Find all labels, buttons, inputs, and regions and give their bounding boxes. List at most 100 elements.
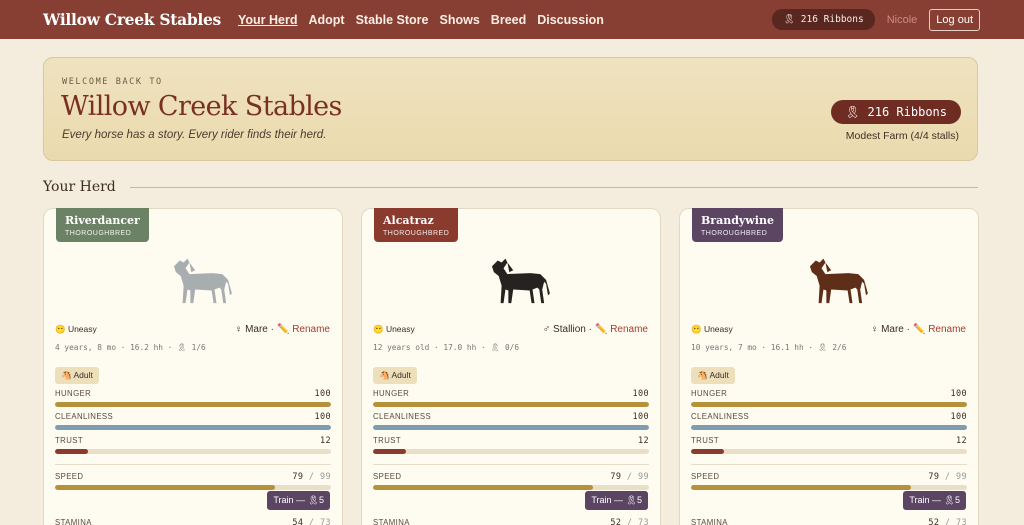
stat-divider [55,464,331,465]
hero-ribbons-badge: 🎗 216 Ribbons [831,100,961,124]
rename-link[interactable]: ✏️ Rename [595,324,648,335]
nav-shows[interactable]: Shows [440,13,480,27]
hunger-bar [691,402,967,407]
nav-discussion[interactable]: Discussion [537,13,604,27]
horse-name[interactable]: Brandywine [701,214,774,227]
speed-fill [691,485,912,490]
cleanliness-stat: CLEANLINESS 100 [55,412,331,430]
horse-meta: 12 years old · 17.0 hh · 🎗 0/6 [373,343,520,352]
speed-stat: SPEED 79 / 99 [373,472,649,490]
username[interactable]: Nicole [887,14,918,26]
farm-capacity: Modest Farm (4/4 stalls) [845,130,959,142]
horse-card: Riverdancer THOROUGHBRED 😶 Uneasy ♀ Mare… [43,208,343,525]
horse-card: Alcatraz THOROUGHBRED 😶 Uneasy ♂ Stallio… [361,208,661,525]
rename-link[interactable]: ✏️ Rename [277,324,330,335]
cleanliness-stat: CLEANLINESS 100 [691,412,967,430]
life-stage-badge: 🐴 Adult [373,367,417,384]
life-stage-badge: 🐴 Adult [691,367,735,384]
trust-fill [373,449,407,454]
stamina-stat: STAMINA 54 / 73 [55,518,331,525]
cleanliness-value: 100 [314,412,331,422]
horse-breed: THOROUGHBRED [383,230,450,237]
speed-fill [55,485,276,490]
hunger-fill [55,402,331,407]
horse-image[interactable] [483,247,555,305]
cleanliness-stat: CLEANLINESS 100 [373,412,649,430]
horse-meta: 10 years, 7 mo · 16.1 hh · 🎗 2/6 [691,343,847,352]
cleanliness-label: CLEANLINESS [691,412,750,421]
hunger-fill [691,402,967,407]
horse-name-tag[interactable]: Alcatraz THOROUGHBRED [374,208,459,242]
logout-button[interactable]: Log out [929,8,980,31]
gender-rename-row: ♂ Stallion · ✏️ Rename [543,324,648,335]
stamina-label: STAMINA [691,518,728,525]
hunger-value: 100 [632,389,649,399]
welcome-banner: WELCOME BACK TO Willow Creek Stables Eve… [43,57,978,161]
hunger-stat: HUNGER 100 [373,389,649,407]
speed-bar [55,485,331,490]
section-title: Your Herd [43,179,116,195]
horse-name-tag[interactable]: Riverdancer THOROUGHBRED [56,208,149,242]
horse-image[interactable] [801,247,873,305]
stamina-stat: STAMINA 52 / 73 [373,518,649,525]
trust-value: 12 [637,436,649,446]
stamina-value: 52 / 73 [610,518,649,525]
hunger-label: HUNGER [373,389,410,398]
stamina-label: STAMINA [373,518,410,525]
top-nav: Willow Creek Stables Your Herd Adopt Sta… [0,0,1024,39]
rename-link[interactable]: ✏️ Rename [913,324,966,335]
train-speed-button[interactable]: Train — 🎗5 [267,491,330,510]
speed-value: 79 / 99 [610,472,649,482]
stamina-value: 52 / 73 [928,518,967,525]
trust-label: TRUST [691,436,719,445]
hunger-stat: HUNGER 100 [691,389,967,407]
speed-value: 79 / 99 [292,472,331,482]
farm-title: Willow Creek Stables [61,91,342,122]
gender-rename-row: ♀ Mare · ✏️ Rename [235,324,330,335]
horse-name[interactable]: Alcatraz [383,214,449,227]
stamina-value: 54 / 73 [292,518,331,525]
cleanliness-value: 100 [950,412,967,422]
brand-logo[interactable]: Willow Creek Stables [43,10,221,29]
section-divider [129,186,978,188]
cleanliness-value: 100 [632,412,649,422]
horse-card: Brandywine THOROUGHBRED 😶 Uneasy ♀ Mare … [679,208,979,525]
horse-gender: ♀ Mare · [870,324,910,335]
horse-meta: 4 years, 8 mo · 16.2 hh · 🎗 1/6 [55,343,206,352]
horse-image[interactable] [165,247,237,305]
hunger-bar [373,402,649,407]
nav-adopt[interactable]: Adopt [308,13,344,27]
hunger-fill [373,402,649,407]
speed-value: 79 / 99 [928,472,967,482]
trust-label: TRUST [373,436,401,445]
speed-fill [373,485,594,490]
horse-name-tag[interactable]: Brandywine THOROUGHBRED [692,208,783,242]
trust-value: 12 [955,436,967,446]
trust-stat: TRUST 12 [55,436,331,454]
speed-bar [373,485,649,490]
speed-bar [691,485,967,490]
stat-divider [691,464,967,465]
farm-tagline: Every horse has a story. Every rider fin… [62,129,327,141]
gender-rename-row: ♀ Mare · ✏️ Rename [871,324,966,335]
hunger-label: HUNGER [691,389,728,398]
nav-breed[interactable]: Breed [491,13,526,27]
horse-name[interactable]: Riverdancer [65,214,140,227]
speed-label: SPEED [691,472,720,481]
trust-bar [55,449,331,454]
trust-bar [691,449,967,454]
train-speed-button[interactable]: Train — 🎗5 [585,491,648,510]
trust-stat: TRUST 12 [691,436,967,454]
life-stage-badge: 🐴 Adult [55,367,99,384]
train-speed-button[interactable]: Train — 🎗5 [903,491,966,510]
horse-gender: ♂ Stallion · [542,324,592,335]
nav-stable-store[interactable]: Stable Store [356,13,429,27]
nav-your-herd[interactable]: Your Herd [238,13,298,27]
stamina-label: STAMINA [55,518,92,525]
trust-stat: TRUST 12 [373,436,649,454]
cleanliness-label: CLEANLINESS [373,412,432,421]
hunger-value: 100 [314,389,331,399]
trust-fill [55,449,89,454]
cleanliness-bar [691,425,967,430]
ribbons-badge: 🎗 216 Ribbons [772,9,875,30]
